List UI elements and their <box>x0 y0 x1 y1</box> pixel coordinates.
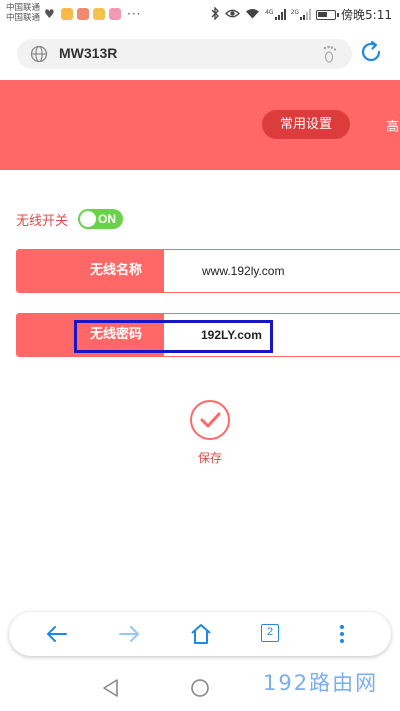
more-notifications: ··· <box>127 7 142 21</box>
battery-icon <box>316 9 340 20</box>
forward-icon[interactable] <box>117 622 141 646</box>
status-bar: 中国联通 中国联通 ♥ ··· 4G 2G 傍晚5:11 <box>0 0 400 28</box>
back-icon[interactable] <box>45 622 69 646</box>
wifi-switch-row: 无线开关 ON <box>16 208 124 230</box>
menu-icon[interactable] <box>330 622 354 646</box>
carrier-2: 中国联通 <box>6 13 41 23</box>
system-back-icon[interactable] <box>101 678 121 698</box>
home-icon[interactable] <box>189 622 213 646</box>
checkmark-icon <box>200 412 221 428</box>
app-notification-icon <box>109 8 121 20</box>
status-indicators: 4G 2G 傍晚5:11 <box>211 5 392 23</box>
signal-4g-icon: 4G <box>265 9 286 20</box>
address-bar[interactable]: MW313R <box>17 39 352 69</box>
app-notification-icon <box>93 8 105 20</box>
app-notification-icon <box>61 8 73 20</box>
ssid-input[interactable]: www.192ly.com <box>202 250 284 292</box>
tab-common-settings[interactable]: 常用设置 <box>262 110 350 139</box>
browser-bottom-bar: 2 <box>9 612 391 656</box>
browser-toolbar: MW313R <box>0 28 400 78</box>
tabs-button[interactable]: 2 <box>261 624 279 642</box>
toggle-knob <box>80 211 97 227</box>
save-button[interactable] <box>190 400 230 440</box>
wifi-switch-label: 无线开关 <box>16 213 69 229</box>
url-text[interactable]: MW313R <box>59 45 117 61</box>
ssid-label: 无线名称 <box>17 250 164 292</box>
highlight-box <box>74 320 273 353</box>
router-header: 常用设置 高 <box>0 80 400 170</box>
wifi-toggle[interactable]: ON <box>78 209 124 229</box>
reload-icon[interactable] <box>359 40 383 64</box>
system-home-icon[interactable] <box>190 678 210 698</box>
weibo-icon <box>77 8 89 20</box>
watermark-logo: 192路由网 <box>263 671 379 695</box>
eye-icon <box>225 8 241 22</box>
bluetooth-icon <box>211 5 220 23</box>
carrier-info: 中国联通 中国联通 <box>6 3 40 23</box>
tab-advanced[interactable]: 高 <box>386 116 399 135</box>
footprint-icon[interactable] <box>320 44 340 64</box>
carrier-1: 中国联通 <box>6 3 41 13</box>
heart-icon: ♥ <box>44 6 55 21</box>
toggle-state: ON <box>98 212 117 226</box>
signal-2g-icon: 2G <box>291 9 312 20</box>
wifi-icon <box>245 8 260 22</box>
notification-icons: ♥ ··· <box>44 7 141 21</box>
clock: 傍晚5:11 <box>341 8 392 22</box>
ssid-field[interactable]: 无线名称 www.192ly.com <box>16 249 400 293</box>
save-label: 保存 <box>198 451 223 465</box>
globe-icon <box>30 45 48 63</box>
